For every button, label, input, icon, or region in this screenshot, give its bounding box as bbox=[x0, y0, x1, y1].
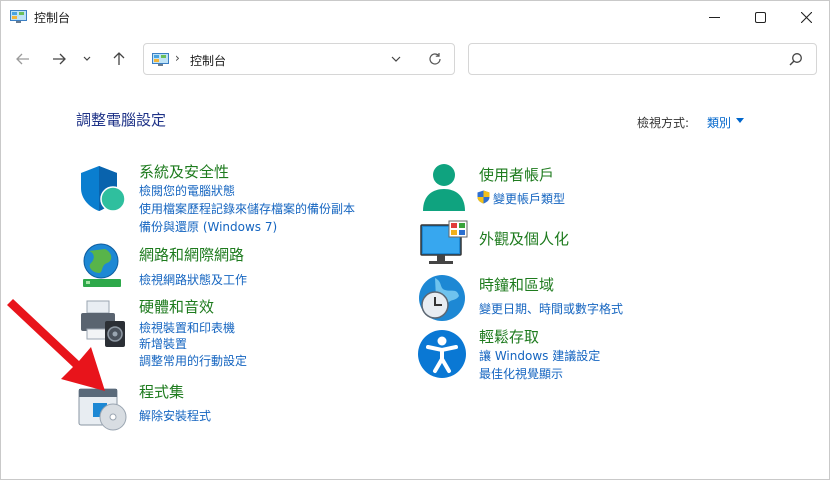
link-let-windows-suggest[interactable]: 讓 Windows 建議設定 bbox=[479, 347, 600, 364]
link-change-date-time-format[interactable]: 變更日期、時間或數字格式 bbox=[479, 300, 623, 317]
close-button[interactable] bbox=[783, 1, 829, 33]
user-icon[interactable] bbox=[419, 163, 469, 213]
search-box[interactable] bbox=[468, 43, 817, 75]
uac-shield-icon bbox=[477, 190, 490, 204]
view-by-label: 檢視方式: bbox=[637, 116, 690, 130]
link-add-device[interactable]: 新增裝置 bbox=[139, 335, 187, 352]
link-file-history-backup[interactable]: 使用檔案歷程記錄來儲存檔案的備份副本 bbox=[139, 200, 355, 217]
minimize-button[interactable] bbox=[691, 1, 737, 33]
category-clock-region[interactable]: 時鐘和區域 bbox=[479, 274, 554, 295]
shield-icon[interactable] bbox=[77, 163, 127, 213]
caret-down-icon[interactable] bbox=[736, 118, 744, 123]
link-change-account-type[interactable]: 變更帳戶類型 bbox=[493, 190, 565, 207]
link-backup-restore[interactable]: 備份與還原 (Windows 7) bbox=[139, 218, 277, 235]
close-icon bbox=[800, 11, 812, 23]
category-user-accounts[interactable]: 使用者帳戶 bbox=[479, 164, 554, 185]
category-network-internet[interactable]: 網路和網際網路 bbox=[139, 244, 244, 265]
arrow-left-icon bbox=[16, 53, 29, 65]
control-panel-location-icon bbox=[152, 53, 169, 66]
link-uninstall-program[interactable]: 解除安裝程式 bbox=[139, 407, 211, 424]
window-title: 控制台 bbox=[34, 11, 71, 25]
chevron-down-icon bbox=[83, 56, 91, 61]
maximize-button[interactable] bbox=[737, 1, 783, 33]
category-ease-of-access[interactable]: 輕鬆存取 bbox=[479, 326, 539, 347]
network-globe-icon[interactable] bbox=[77, 241, 127, 291]
breadcrumb-control-panel[interactable]: 控制台 bbox=[190, 52, 226, 69]
red-arrow-annotation bbox=[7, 299, 105, 391]
search-input[interactable] bbox=[475, 49, 779, 71]
page-title: 調整電腦設定 bbox=[76, 111, 167, 129]
category-hardware-sound[interactable]: 硬體和音效 bbox=[139, 296, 214, 317]
category-appearance-personalization[interactable]: 外觀及個人化 bbox=[479, 228, 569, 249]
link-review-computer-status[interactable]: 檢閱您的電腦狀態 bbox=[139, 182, 235, 199]
link-network-status[interactable]: 檢視網路狀態及工作 bbox=[139, 271, 247, 288]
minimize-icon bbox=[708, 16, 720, 18]
view-by-dropdown[interactable]: 類別 bbox=[707, 114, 731, 131]
back-button[interactable] bbox=[11, 43, 35, 75]
link-mobility-settings[interactable]: 調整常用的行動設定 bbox=[139, 352, 247, 369]
recent-locations-button[interactable] bbox=[79, 43, 95, 75]
chevron-down-icon[interactable] bbox=[390, 53, 402, 65]
link-optimize-visual-display[interactable]: 最佳化視覺顯示 bbox=[479, 365, 563, 382]
category-system-security[interactable]: 系統及安全性 bbox=[139, 161, 229, 182]
search-icon[interactable] bbox=[789, 52, 803, 66]
forward-button[interactable] bbox=[47, 43, 71, 75]
breadcrumb-separator[interactable]: › bbox=[175, 51, 180, 65]
link-devices-printers[interactable]: 檢視裝置和印表機 bbox=[139, 319, 235, 336]
clock-globe-icon[interactable] bbox=[417, 273, 467, 323]
category-programs[interactable]: 程式集 bbox=[139, 381, 184, 402]
up-button[interactable] bbox=[107, 43, 131, 75]
accessibility-icon[interactable] bbox=[417, 329, 467, 379]
address-bar[interactable]: › 控制台 bbox=[143, 43, 455, 75]
title-bar: 控制台 bbox=[1, 1, 829, 33]
monitor-personalize-icon[interactable] bbox=[419, 219, 469, 269]
control-panel-app-icon bbox=[10, 10, 27, 23]
arrow-right-icon bbox=[53, 53, 66, 65]
maximize-icon bbox=[754, 11, 766, 23]
control-panel-window: 控制台 › 控制台 調整電腦設定 檢視方式: 類別 系統及安全性 檢閱您的電腦狀… bbox=[0, 0, 830, 480]
refresh-icon[interactable] bbox=[428, 52, 442, 66]
arrow-up-icon bbox=[113, 52, 125, 65]
